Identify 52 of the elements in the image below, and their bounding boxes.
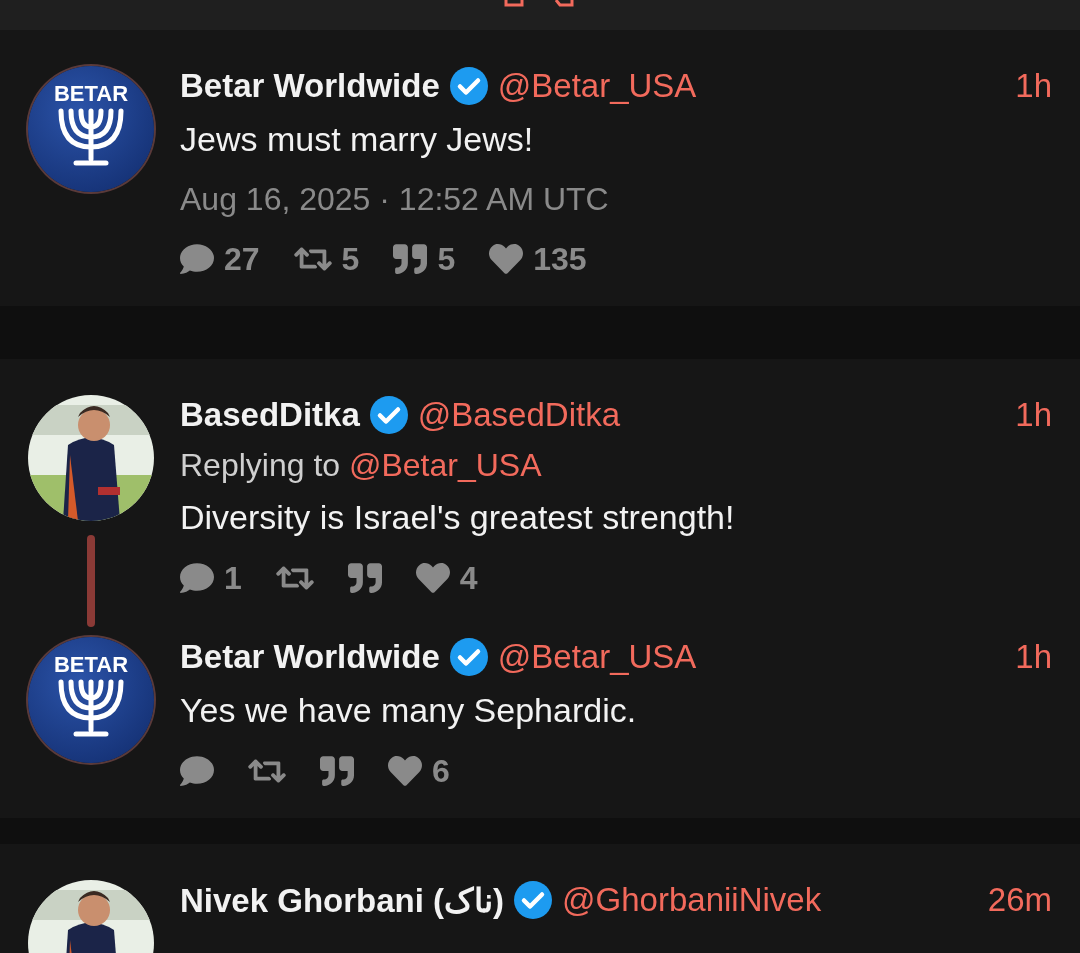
stat-count: 1 bbox=[224, 559, 242, 597]
logo-text: BETAR bbox=[53, 652, 129, 678]
author-handle[interactable]: @BasedDitka bbox=[417, 396, 620, 434]
stat-button[interactable]: 135 bbox=[489, 240, 587, 278]
replying-to-text: Replying to @Betar_USA bbox=[180, 447, 543, 484]
comment-icon bbox=[180, 561, 214, 595]
tweet-date[interactable]: Aug 16, 2025 · 12:52 AM UTC bbox=[180, 181, 1052, 218]
stat-button[interactable]: 5 bbox=[293, 240, 360, 278]
tweet-time[interactable]: 26m bbox=[987, 881, 1052, 919]
menorah-icon bbox=[56, 107, 126, 169]
stat-count: 27 bbox=[224, 240, 260, 278]
heart-icon bbox=[388, 754, 422, 788]
author-handle[interactable]: @GhorbaniiNivek bbox=[562, 881, 822, 919]
stat-count: 5 bbox=[437, 240, 456, 278]
heart-icon bbox=[415, 561, 450, 595]
verified-icon bbox=[514, 881, 553, 919]
author-handle[interactable]: @Betar_USA bbox=[497, 638, 697, 676]
tweet-time[interactable]: 1h bbox=[1015, 638, 1052, 676]
stat-button[interactable]: 5 bbox=[393, 240, 456, 278]
tweet-text: Jews must marry Jews! bbox=[180, 120, 535, 159]
stat-count: 135 bbox=[533, 240, 587, 278]
author-name[interactable]: Betar Worldwide bbox=[180, 67, 440, 105]
stat-button[interactable]: 1 bbox=[180, 559, 242, 597]
quote-icon bbox=[347, 561, 382, 595]
quote-icon bbox=[320, 754, 354, 788]
stat-count: 4 bbox=[459, 559, 478, 597]
bracket-icon bbox=[504, 0, 574, 8]
tweet-text: Diversity is Israel's greatest strength! bbox=[180, 498, 736, 537]
mention-link[interactable]: @Betar_USA bbox=[349, 447, 542, 483]
tweet-time[interactable]: 1h bbox=[1015, 396, 1052, 434]
quote-icon bbox=[393, 242, 428, 276]
author-name[interactable]: Betar Worldwide bbox=[180, 638, 440, 676]
verified-icon bbox=[449, 638, 488, 676]
logo-text: BETAR bbox=[53, 81, 129, 107]
tweet-time[interactable]: 1h bbox=[1015, 67, 1052, 105]
logo-avatar[interactable]: BETAR bbox=[28, 637, 154, 763]
verified-icon bbox=[449, 67, 488, 105]
menorah-icon bbox=[56, 678, 126, 740]
verified-icon bbox=[369, 396, 408, 434]
logo-avatar[interactable]: BETAR bbox=[28, 66, 154, 192]
author-handle[interactable]: @Betar_USA bbox=[497, 67, 697, 105]
stat-button[interactable]: 6 bbox=[388, 752, 450, 790]
author-name[interactable]: Nivek Ghorbani (ناک) bbox=[180, 880, 505, 920]
tweet-text: Yes we have many Sephardic. bbox=[180, 691, 638, 730]
comment-icon bbox=[180, 242, 214, 276]
comment-icon bbox=[180, 754, 214, 788]
author-name[interactable]: BasedDitka bbox=[180, 396, 360, 434]
stat-count: 6 bbox=[432, 752, 450, 790]
stat-button[interactable]: 4 bbox=[415, 559, 478, 597]
stat-count: 5 bbox=[341, 240, 360, 278]
heart-icon bbox=[489, 242, 524, 276]
stat-button[interactable]: 27 bbox=[180, 240, 260, 278]
